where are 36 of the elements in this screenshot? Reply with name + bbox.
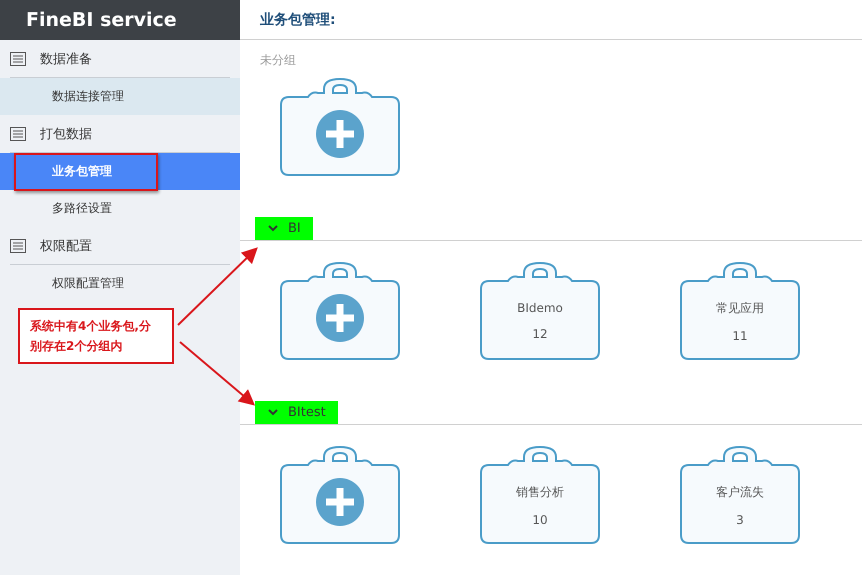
package-card[interactable]: 销售分析 10 [480,445,600,545]
add-package-button[interactable] [280,445,400,545]
group-header[interactable]: BI [255,217,313,240]
page-title: 业务包管理: [260,10,336,28]
group-label: 未分组 [260,52,297,69]
app-title: FineBI service [0,0,240,40]
section-label: 打包数据 [40,126,92,142]
sidebar-section-header[interactable]: 权限配置 [10,227,230,265]
group-header[interactable]: BItest [255,401,338,424]
section-label: 数据准备 [40,50,92,68]
table-count: 12 [532,327,548,341]
table-count: 3 [736,512,744,526]
sidebar-item[interactable]: 数据连接管理 [0,78,240,115]
package-card[interactable]: 客户流失 3 [680,445,800,545]
package-card[interactable]: 常见应用 11 [680,261,800,361]
add-package-button[interactable] [280,77,400,177]
package-card[interactable]: BIdemo 12 [480,261,600,361]
plus-icon [316,110,364,158]
package-name: BIdemo [517,301,563,315]
add-package-button[interactable] [280,261,400,361]
plus-icon [316,478,364,526]
table-count: 11 [732,328,748,342]
chevron-icon [268,409,278,416]
section-label: 权限配置 [40,238,92,254]
list-icon [10,126,26,140]
sidebar-item[interactable]: 多路径设置 [0,190,240,227]
package-name: 销售分析 [516,484,564,500]
package-name: 客户流失 [716,484,764,500]
table-count: 10 [532,512,548,526]
annotation-note: 系统中有4个业务包,分别存在2个分组内 [18,308,174,364]
list-icon [10,238,26,252]
sidebar-item[interactable]: 权限配置管理 [0,265,240,302]
chevron-icon [268,225,278,232]
list-icon [10,52,26,66]
plus-icon [316,294,364,342]
package-name: 常见应用 [716,300,764,316]
